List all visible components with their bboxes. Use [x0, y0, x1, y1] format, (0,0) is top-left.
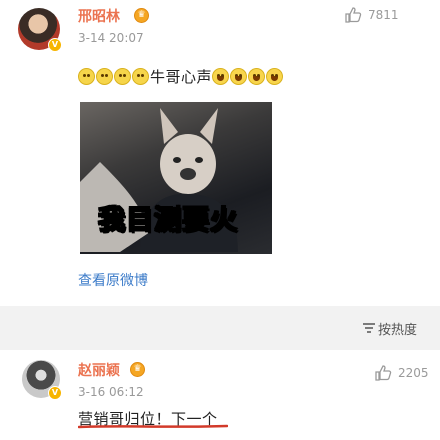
laugh-emoji-icon [248, 68, 266, 85]
like-count: 7811 [368, 8, 399, 22]
attached-image[interactable]: 我目测要火 [80, 102, 272, 254]
doge-emoji-icon [132, 68, 149, 85]
sort-by-hot-button[interactable]: 按热度 [378, 319, 417, 338]
verified-badge-icon: V [48, 386, 62, 400]
thumbs-up-icon[interactable] [344, 6, 362, 24]
comment-time: 3-14 20:07 [78, 31, 144, 45]
laugh-emoji-icon [266, 68, 284, 85]
doge-emoji-icon [96, 68, 113, 85]
verified-badge-icon: V [48, 38, 62, 52]
comment-text: 牛哥心声 [150, 68, 213, 86]
vip-badge-icon: ♛ [134, 8, 149, 23]
username[interactable]: 邢昭林 [78, 6, 120, 26]
vip-badge-icon: ♛ [130, 362, 145, 377]
username[interactable]: 赵丽颖 [78, 360, 120, 380]
sort-icon[interactable] [362, 320, 376, 339]
comment-time: 3-16 06:12 [78, 385, 144, 399]
thumbs-up-icon[interactable] [374, 364, 392, 382]
view-original-link[interactable]: 查看原微博 [78, 270, 148, 290]
comment-text-line: 牛哥心声 [78, 66, 284, 87]
like-count: 2205 [398, 366, 429, 380]
red-underline-mark [78, 424, 228, 429]
doge-emoji-icon [78, 68, 95, 85]
laugh-emoji-icon [212, 68, 230, 85]
doge-emoji-icon [114, 68, 131, 85]
laugh-emoji-icon [230, 68, 248, 85]
meme-caption: 我目测要火 [97, 204, 238, 237]
